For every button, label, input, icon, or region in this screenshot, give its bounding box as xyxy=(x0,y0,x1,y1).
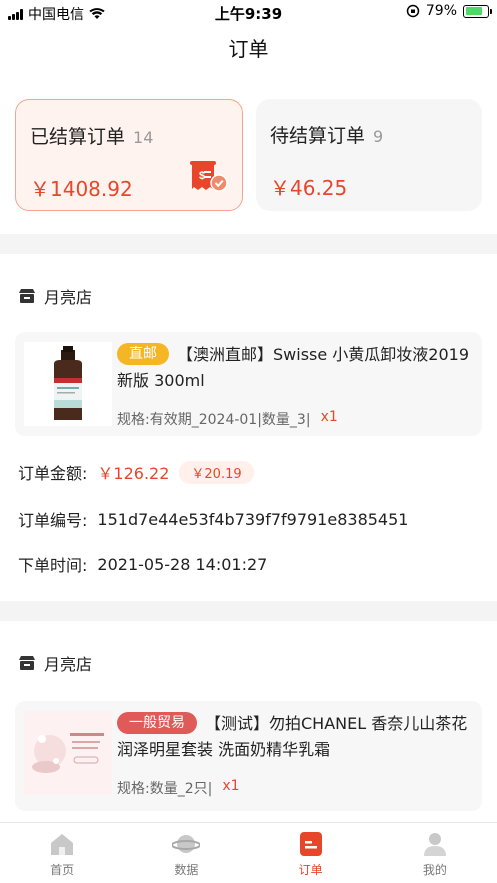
order-number-row: 订单编号: 151d7e44e53f4b739f7f9791e8385451 xyxy=(18,507,408,531)
battery-fill xyxy=(465,7,483,15)
product-item[interactable]: 一般贸易 【测试】勿拍CHANEL 香奈儿山茶花润泽明星套装 洗面奶精华乳霜 规格… xyxy=(15,701,482,811)
product-title-row: 一般贸易 【测试】勿拍CHANEL 香奈儿山茶花润泽明星套装 洗面奶精华乳霜 xyxy=(117,711,472,763)
profile-icon xyxy=(423,833,446,856)
settled-label: 已结算订单 xyxy=(30,126,126,148)
tab-label: 我的 xyxy=(422,863,447,877)
product-item[interactable]: 直邮 【澳洲直邮】Swisse 小黄瓜卸妆液2019新版 300ml 规格:有效期… xyxy=(15,332,482,436)
receipt-check-icon: $ xyxy=(190,161,228,192)
product-image xyxy=(24,711,112,795)
commission-badge: ￥20.19 xyxy=(179,460,254,484)
battery-icon xyxy=(463,4,492,18)
product-title: 【澳洲直邮】Swisse 小黄瓜卸妆液2019新版 300ml xyxy=(117,345,470,390)
order-time: 2021-05-28 14:01:27 xyxy=(97,554,268,574)
settled-orders-card[interactable]: 已结算订单 14 ￥1408.92 $ xyxy=(15,99,243,211)
shop-icon xyxy=(19,289,35,303)
home-icon xyxy=(51,834,74,855)
promo-image xyxy=(24,711,112,795)
shop-row: 月亮店 xyxy=(18,651,92,675)
tab-label: 订单 xyxy=(298,863,323,877)
order-amount-label: 订单金额: xyxy=(18,464,88,483)
product-title-row: 直邮 【澳洲直邮】Swisse 小黄瓜卸妆液2019新版 300ml xyxy=(117,342,472,394)
shop-name: 月亮店 xyxy=(44,288,93,307)
product-image xyxy=(24,342,112,426)
tab-bar: 首页 数据 订单 我的 xyxy=(0,822,497,883)
tab-profile[interactable]: 我的 xyxy=(373,823,497,883)
shop-icon xyxy=(19,656,35,670)
battery-percent: 79% xyxy=(425,3,457,19)
pending-count: 9 xyxy=(373,127,384,146)
order-icon xyxy=(299,832,322,856)
tab-label: 数据 xyxy=(174,863,199,877)
status-bar: 中国电信 上午9:39 79% xyxy=(0,0,497,24)
order-amount-row: 订单金额: ￥126.22 ￥20.19 xyxy=(18,460,254,484)
product-quantity: x1 xyxy=(320,409,338,425)
shop-name: 月亮店 xyxy=(44,655,93,674)
bottle-image xyxy=(54,346,82,420)
pending-label: 待结算订单 xyxy=(270,125,366,147)
order-number: 151d7e44e53f4b739f7f9791e8385451 xyxy=(97,509,409,529)
product-spec-row: 规格:有效期_2024-01|数量_3| x1 xyxy=(117,409,338,429)
tab-label: 首页 xyxy=(50,863,75,877)
order-amount: ￥126.22 xyxy=(97,464,170,483)
general-trade-tag: 一般贸易 xyxy=(117,712,197,734)
pending-orders-card[interactable]: 待结算订单 9 ￥46.25 xyxy=(256,99,482,211)
product-quantity: x1 xyxy=(222,778,240,794)
order-card[interactable]: 月亮店 一般贸易 【测试】勿拍CHANEL 香奈儿山茶花润泽明星套装 洗面奶精华乳… xyxy=(0,621,497,822)
tab-orders[interactable]: 订单 xyxy=(249,823,373,883)
pending-amount: ￥46.25 xyxy=(270,176,348,200)
direct-mail-tag: 直邮 xyxy=(117,343,169,365)
product-spec-row: 规格:数量_2只| x1 xyxy=(117,778,240,798)
orientation-lock-icon xyxy=(406,4,420,18)
order-card[interactable]: 月亮店 直邮 【澳洲直邮】Swisse 小黄瓜卸妆液2019新版 300ml 规格… xyxy=(0,254,497,601)
settled-count: 14 xyxy=(133,128,154,147)
planet-icon xyxy=(172,835,201,853)
status-right: 79% xyxy=(406,3,492,19)
tab-data[interactable]: 数据 xyxy=(124,823,248,883)
order-number-label: 订单编号: xyxy=(18,511,88,530)
settled-title: 已结算订单 14 xyxy=(30,122,242,149)
order-time-label: 下单时间: xyxy=(18,556,88,575)
page-title: 订单 xyxy=(0,24,497,76)
shop-row: 月亮店 xyxy=(18,284,92,308)
product-spec: 规格:有效期_2024-01|数量_3| xyxy=(117,412,311,428)
tab-home[interactable]: 首页 xyxy=(0,823,124,883)
product-spec: 规格:数量_2只| xyxy=(117,781,213,797)
pending-title: 待结算订单 9 xyxy=(270,121,482,148)
order-time-row: 下单时间: 2021-05-28 14:01:27 xyxy=(18,552,267,576)
order-summary: 已结算订单 14 ￥1408.92 $ 待结算订单 9 ￥46.25 xyxy=(0,76,497,234)
